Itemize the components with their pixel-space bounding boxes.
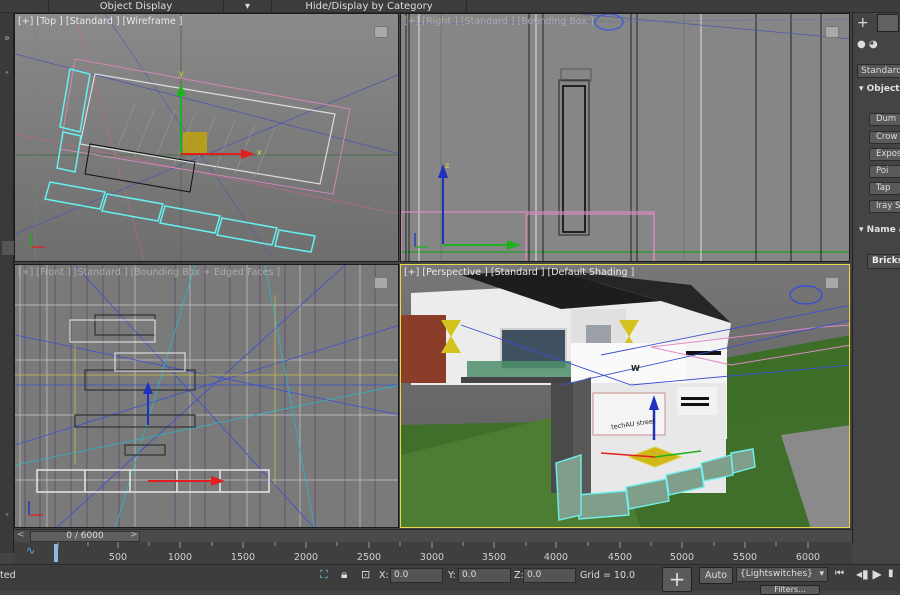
status-message: ted <box>0 570 16 581</box>
go-to-start-icon[interactable]: ⏮ <box>835 568 844 579</box>
category-dropdown[interactable]: Standard <box>857 64 900 78</box>
modify-panel-icon[interactable] <box>877 14 899 32</box>
viewport-perspective-label[interactable]: [+] [Perspective ] [Standard ] [Default … <box>404 267 634 278</box>
ruler-tick-label: 3500 <box>481 552 507 563</box>
object-button-dummy[interactable]: Dum <box>869 113 900 126</box>
play-controls-icon[interactable]: ◂▮ ▶ <box>856 567 882 581</box>
ruler-tick-label: 6000 <box>795 552 821 563</box>
ruler-tick-label: 4000 <box>543 552 569 563</box>
ruler-tick-label: 2000 <box>293 552 319 563</box>
viewport-right[interactable]: [+] [Right ] [Standard ] [Bounding Box ]… <box>400 13 850 262</box>
chevron-down-icon: ▾ <box>859 225 867 235</box>
command-panel: + ● ◕ Standard ▾ Object Dum Crow Expos P… <box>852 13 900 543</box>
status-bar: ted ⛶ 🔒︎ ⊡ X: 0.0 Y: 0.0 Z: 0.0 Grid = 1… <box>0 564 900 595</box>
ruler-tick-label: 1500 <box>230 552 256 563</box>
x-coordinate-field[interactable]: 0.0 <box>390 568 443 583</box>
selection-set-value: {Lightswitches} <box>740 569 813 579</box>
tab-spacer <box>466 0 852 13</box>
right-viewport-scene <box>401 14 849 261</box>
dropdown-arrow-tab[interactable]: ▾ <box>223 0 271 13</box>
add-time-tag-plus-icon[interactable]: + <box>662 567 692 592</box>
playback-area-top <box>852 543 900 564</box>
viewcube-icon[interactable] <box>374 277 388 289</box>
ruler-tick-label: 500 <box>108 552 128 563</box>
rollout-name-label: Name a <box>866 225 900 235</box>
viewport-front[interactable]: [+] [Front ] [Standard ] [Bounding Box +… <box>14 264 399 528</box>
time-slider-bar: < 0 / 6000 > <box>14 529 852 542</box>
chevron-left-icon[interactable]: < <box>17 530 25 540</box>
ruler-tick-label: 1000 <box>167 552 193 563</box>
viewport-perspective[interactable]: [+] [Perspective ] [Standard ] [Default … <box>400 264 850 528</box>
viewcube-icon[interactable] <box>825 26 839 38</box>
left-toolbar: » ˄ ˅ <box>0 13 14 553</box>
create-plus-icon[interactable]: + <box>857 15 869 33</box>
object-button-point[interactable]: Poi <box>869 165 900 178</box>
axis-label-x: x <box>257 148 262 157</box>
viewport-right-label[interactable]: [+] [Right ] [Standard ] [Bounding Box ] <box>404 16 594 27</box>
time-slider[interactable]: 0 / 6000 <box>30 531 140 542</box>
rollout-name[interactable]: ▾ Name a <box>859 225 900 235</box>
pause-icon[interactable]: ▮ <box>888 568 894 579</box>
chevron-up-icon[interactable]: ˄ <box>2 71 12 82</box>
viewport-front-label[interactable]: [+] [Front ] [Standard ] [Bounding Box +… <box>18 267 280 278</box>
perspective-viewport-scene <box>401 265 849 527</box>
expand-icon[interactable]: » <box>2 33 12 44</box>
command-bar-top: Object Display ▾ Hide/Display by Categor… <box>0 0 900 13</box>
ruler-tick-label: 5500 <box>732 552 758 563</box>
axis-label-z: z <box>445 161 450 170</box>
ruler-tick-label: 2500 <box>356 552 382 563</box>
viewport-top[interactable]: [+] [Top ] [Standard ] [Wireframe ] y x <box>14 13 399 262</box>
lock-icon[interactable]: 🔒︎ <box>341 567 347 582</box>
mailbox-letter: W <box>631 364 640 373</box>
filters-button[interactable]: Filters... <box>760 585 820 595</box>
chevron-down-icon: ▾ <box>819 569 824 579</box>
tab-hide-display-by-category[interactable]: Hide/Display by Category <box>271 0 466 13</box>
y-coordinate-field[interactable]: 0.0 <box>458 568 511 583</box>
ruler-tick-label: 4500 <box>607 552 633 563</box>
chevron-down-icon: ▾ <box>859 84 867 94</box>
rollout-object-type[interactable]: ▾ Object <box>859 84 900 94</box>
selection-set-dropdown[interactable]: {Lightswitches} ▾ <box>736 567 828 582</box>
chevron-down-icon[interactable]: ˅ <box>2 513 12 524</box>
viewcube-icon[interactable] <box>825 277 839 289</box>
rollout-object-type-label: Object <box>866 84 900 94</box>
z-coordinate-field[interactable]: 0.0 <box>523 568 576 583</box>
geometry-sphere-icon[interactable]: ● ◕ <box>857 39 878 57</box>
viewport-top-label[interactable]: [+] [Top ] [Standard ] [Wireframe ] <box>18 16 183 27</box>
front-viewport-scene <box>15 265 398 527</box>
auto-key-button[interactable]: Auto <box>699 567 733 584</box>
axis-label-y: y <box>179 69 184 78</box>
viewcube-icon[interactable] <box>374 26 388 38</box>
ruler-tick-label: 5000 <box>669 552 695 563</box>
object-button-exposure[interactable]: Expos <box>869 148 900 161</box>
object-button-crowd[interactable]: Crow <box>869 131 900 144</box>
selection-lock-frame-icon[interactable]: ⛶ <box>320 568 328 582</box>
chevron-right-icon[interactable]: > <box>130 530 138 540</box>
ruler-tick-label: 3000 <box>419 552 445 563</box>
y-label: Y: <box>448 570 456 581</box>
absolute-mode-icon[interactable]: ⊡ <box>361 568 370 581</box>
object-button-tape[interactable]: Tap <box>869 182 900 195</box>
x-label: X: <box>379 570 389 581</box>
scroll-thumb[interactable] <box>2 241 14 255</box>
ruler-ticks <box>57 542 809 548</box>
top-viewport-scene <box>15 14 398 261</box>
track-bar[interactable]: ∿ 500 1000 1500 2000 2500 3000 3500 4000… <box>14 542 852 564</box>
grid-size: Grid = 10.0 <box>580 570 636 581</box>
object-button-iray[interactable]: Iray Se <box>869 200 900 213</box>
tab-object-display[interactable]: Object Display <box>48 0 223 13</box>
object-name-field[interactable]: Bricks <box>867 254 900 269</box>
